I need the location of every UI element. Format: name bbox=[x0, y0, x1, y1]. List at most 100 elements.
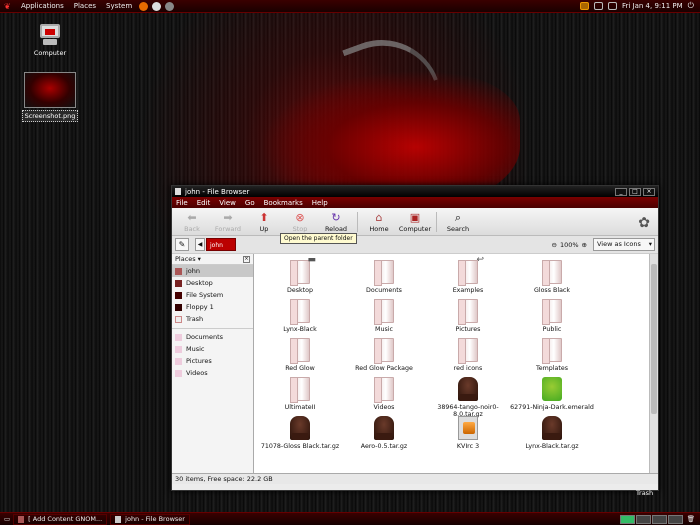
close-sidebar-icon[interactable]: × bbox=[243, 255, 250, 263]
file-item[interactable]: Lynx-Black.tar.gz bbox=[510, 416, 594, 455]
zoom-in-icon[interactable]: ⊕ bbox=[582, 241, 587, 249]
network-icon[interactable] bbox=[593, 2, 603, 10]
workspace-4[interactable] bbox=[667, 514, 683, 524]
sidebar-item-music[interactable]: Music bbox=[172, 343, 253, 355]
vertical-scrollbar[interactable] bbox=[649, 254, 658, 473]
reload-icon: ↻ bbox=[331, 211, 341, 224]
stop-button[interactable]: ⊗ Stop bbox=[282, 211, 318, 235]
minimize-icon[interactable]: _ bbox=[615, 187, 627, 196]
desktop-icon-computer[interactable]: Computer bbox=[28, 24, 72, 58]
sidebar-item-trash[interactable]: Trash bbox=[172, 313, 253, 325]
file-item[interactable]: Gloss Black bbox=[510, 260, 594, 299]
window-title: john - File Browser bbox=[185, 187, 250, 196]
menu-help[interactable]: Help bbox=[312, 199, 328, 207]
file-item[interactable]: UltimateII bbox=[258, 377, 342, 416]
taskbar-item-file-browser[interactable]: john - File Browser bbox=[110, 513, 190, 525]
chevron-down-icon[interactable]: ▾ bbox=[198, 255, 201, 263]
file-item[interactable]: KVIrc 3 bbox=[426, 416, 510, 455]
file-icon-view[interactable]: ▬ Desktop Documents ↩ Examples Gloss Black Lyn… bbox=[254, 254, 658, 473]
up-label: Up bbox=[259, 225, 269, 233]
file-item[interactable]: Documents bbox=[342, 260, 426, 299]
sidebar-item-documents[interactable]: Documents bbox=[172, 331, 253, 343]
file-item[interactable]: Public bbox=[510, 299, 594, 338]
desktop-trash-label[interactable]: Trash bbox=[636, 489, 653, 497]
distro-logo-icon[interactable]: ❦ bbox=[4, 2, 13, 11]
arrow-up-icon: ⬆ bbox=[259, 211, 269, 224]
breadcrumb-john[interactable]: john bbox=[206, 238, 236, 251]
file-grid: ▬ Desktop Documents ↩ Examples Gloss Black Lyn… bbox=[258, 256, 658, 455]
file-item[interactable]: 38964-tango-noir0-8.0.tar.gz bbox=[426, 377, 510, 418]
taskbar-item-add-content[interactable]: [ Add Content GNOM... bbox=[13, 513, 108, 525]
file-item-label: Pictures bbox=[455, 326, 481, 333]
sidebar-item-videos[interactable]: Videos bbox=[172, 367, 253, 379]
emerald-theme-icon bbox=[542, 377, 562, 401]
shutdown-icon[interactable]: ⏻ bbox=[688, 1, 694, 11]
file-item[interactable]: Red Glow Package bbox=[342, 338, 426, 377]
sidebar-item-desktop[interactable]: Desktop bbox=[172, 277, 253, 289]
crumb-left-arrow-icon[interactable]: ◀ bbox=[195, 238, 205, 251]
sidebar-item-john[interactable]: john bbox=[172, 265, 253, 277]
file-item[interactable]: 71078-Gloss Black.tar.gz bbox=[258, 416, 342, 455]
file-item-label: Lynx-Black.tar.gz bbox=[525, 443, 579, 450]
trash-applet-icon[interactable]: 🗑 bbox=[687, 515, 695, 523]
menu-go[interactable]: Go bbox=[245, 199, 255, 207]
menu-bookmarks[interactable]: Bookmarks bbox=[264, 199, 303, 207]
edit-location-icon[interactable]: ✎ bbox=[175, 238, 189, 251]
content-area: Places ▾ × john Desktop File System Flop… bbox=[172, 254, 658, 473]
workspace-3[interactable] bbox=[651, 514, 667, 524]
menu-file[interactable]: File bbox=[176, 199, 188, 207]
file-item[interactable]: Music bbox=[342, 299, 426, 338]
zoom-level[interactable]: 100% bbox=[560, 241, 579, 249]
file-item[interactable]: Templates bbox=[510, 338, 594, 377]
folder-icon bbox=[374, 377, 394, 403]
view-mode-select[interactable]: View as Icons bbox=[593, 238, 655, 251]
volume-icon[interactable] bbox=[607, 2, 617, 10]
file-item[interactable]: red icons bbox=[426, 338, 510, 377]
folder-icon bbox=[290, 338, 310, 364]
applications-menu[interactable]: Applications bbox=[16, 2, 69, 10]
system-menu[interactable]: System bbox=[101, 2, 137, 10]
update-notifier-icon[interactable] bbox=[579, 2, 589, 10]
search-button[interactable]: ⌕ Search bbox=[440, 211, 476, 235]
window-titlebar[interactable]: john - File Browser _ □ × bbox=[172, 186, 658, 197]
forward-button[interactable]: ➡ Forward bbox=[210, 211, 246, 235]
file-item[interactable]: Lynx-Black bbox=[258, 299, 342, 338]
show-desktop-icon[interactable]: ▭ bbox=[4, 515, 10, 523]
file-item[interactable]: Red Glow bbox=[258, 338, 342, 377]
sidebar-title[interactable]: Places bbox=[175, 255, 196, 263]
sidebar-item-floppy[interactable]: Floppy 1 bbox=[172, 301, 253, 313]
workspace-2[interactable] bbox=[635, 514, 651, 524]
up-button[interactable]: ⬆ Up bbox=[246, 211, 282, 235]
back-button[interactable]: ⬅ Back bbox=[174, 211, 210, 235]
menu-edit[interactable]: Edit bbox=[197, 199, 211, 207]
zoom-control: ⊖ 100% ⊕ bbox=[552, 241, 588, 249]
clock[interactable]: Fri Jan 4, 9:11 PM bbox=[622, 2, 683, 10]
places-menu[interactable]: Places bbox=[69, 2, 101, 10]
file-item[interactable]: ↩ Examples bbox=[426, 256, 510, 299]
desktop-icon-screenshot[interactable]: Screenshot.png bbox=[18, 72, 82, 122]
archive-icon bbox=[542, 416, 562, 440]
scrollbar-thumb[interactable] bbox=[651, 264, 657, 414]
workspace-switcher bbox=[619, 514, 683, 524]
mail-launcher-icon[interactable] bbox=[152, 1, 162, 11]
file-item[interactable]: Pictures bbox=[426, 299, 510, 338]
maximize-icon[interactable]: □ bbox=[629, 187, 641, 196]
close-icon[interactable]: × bbox=[643, 187, 655, 196]
computer-button[interactable]: ▣ Computer bbox=[397, 211, 433, 235]
file-item[interactable]: Videos bbox=[342, 377, 426, 416]
workspace-1[interactable] bbox=[619, 514, 635, 524]
desktop-icon bbox=[175, 279, 182, 287]
help-launcher-icon[interactable] bbox=[165, 1, 175, 11]
zoom-out-icon[interactable]: ⊖ bbox=[552, 241, 557, 249]
sidebar-item-filesystem[interactable]: File System bbox=[172, 289, 253, 301]
back-label: Back bbox=[184, 225, 200, 233]
firefox-launcher-icon[interactable] bbox=[139, 1, 149, 11]
file-item[interactable]: 62791-Ninja-Dark.emerald bbox=[510, 377, 594, 416]
file-item[interactable]: ▬ Desktop bbox=[258, 256, 342, 299]
menu-view[interactable]: View bbox=[219, 199, 236, 207]
reload-button[interactable]: ↻ Reload bbox=[318, 211, 354, 235]
file-item[interactable]: Aero-0.5.tar.gz bbox=[342, 416, 426, 455]
sidebar-item-pictures[interactable]: Pictures bbox=[172, 355, 253, 367]
home-button[interactable]: ⌂ Home bbox=[361, 211, 397, 235]
toolbar-separator bbox=[436, 212, 437, 232]
